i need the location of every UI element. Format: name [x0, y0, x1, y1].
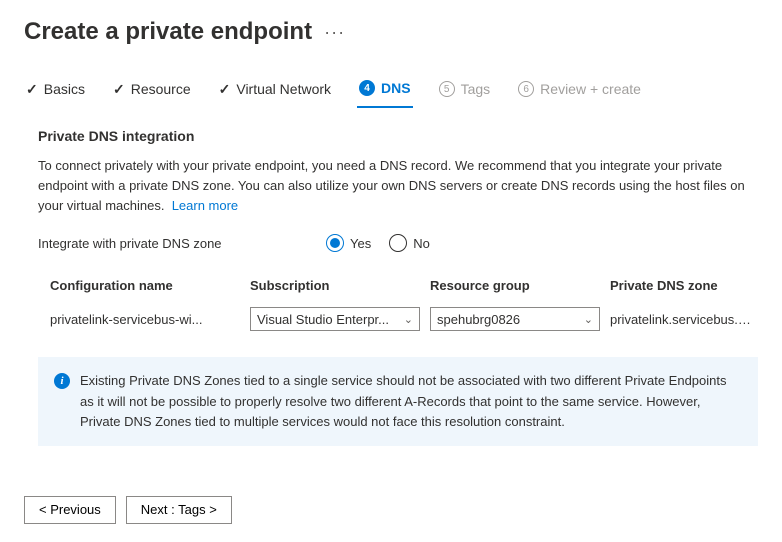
step-number-icon: 4: [359, 80, 375, 96]
col-subscription: Subscription: [250, 278, 420, 293]
tab-label: Review + create: [540, 81, 641, 97]
radio-no[interactable]: No: [389, 234, 430, 252]
table-row: privatelink-servicebus-wi... Visual Stud…: [50, 303, 758, 335]
radio-label-no: No: [413, 236, 430, 251]
subscription-select[interactable]: Visual Studio Enterpr... ⌄: [250, 307, 420, 331]
chevron-down-icon: ⌄: [404, 313, 413, 326]
tab-basics[interactable]: ✓ Basics: [24, 75, 87, 108]
cell-private-dns-zone: privatelink.servicebus.win...: [610, 312, 758, 327]
col-resource-group: Resource group: [430, 278, 600, 293]
radio-icon: [389, 234, 407, 252]
tab-label: Virtual Network: [236, 81, 331, 97]
chevron-down-icon: ⌄: [584, 313, 593, 326]
checkmark-icon: ✓: [219, 81, 231, 98]
wizard-tabs: ✓ Basics ✓ Resource ✓ Virtual Network 4 …: [24, 74, 758, 108]
more-actions-button[interactable]: ···: [324, 22, 345, 43]
dns-config-table: Configuration name Subscription Resource…: [50, 278, 758, 335]
tab-resource[interactable]: ✓ Resource: [111, 75, 193, 108]
cell-configuration-name: privatelink-servicebus-wi...: [50, 312, 240, 327]
info-message: i Existing Private DNS Zones tied to a s…: [38, 357, 758, 445]
tab-label: DNS: [381, 80, 411, 96]
previous-button[interactable]: < Previous: [24, 496, 116, 524]
radio-label-yes: Yes: [350, 236, 371, 251]
info-icon: i: [54, 373, 70, 389]
tab-review-create[interactable]: 6 Review + create: [516, 75, 643, 107]
select-value: spehubrg0826: [437, 312, 520, 327]
integrate-dns-label: Integrate with private DNS zone: [38, 236, 308, 251]
tab-label: Tags: [461, 81, 491, 97]
page-title: Create a private endpoint: [24, 18, 312, 46]
checkmark-icon: ✓: [113, 81, 125, 98]
section-title: Private DNS integration: [38, 128, 758, 144]
learn-more-link[interactable]: Learn more: [172, 198, 238, 213]
resource-group-select[interactable]: spehubrg0826 ⌄: [430, 307, 600, 331]
info-text: Existing Private DNS Zones tied to a sin…: [80, 371, 742, 431]
col-configuration-name: Configuration name: [50, 278, 240, 293]
checkmark-icon: ✓: [26, 81, 38, 98]
tab-label: Basics: [44, 81, 85, 97]
select-value: Visual Studio Enterpr...: [257, 312, 389, 327]
tab-dns[interactable]: 4 DNS: [357, 74, 413, 108]
radio-yes[interactable]: Yes: [326, 234, 371, 252]
step-number-icon: 5: [439, 81, 455, 97]
next-button[interactable]: Next : Tags >: [126, 496, 232, 524]
radio-icon: [326, 234, 344, 252]
col-private-dns-zone: Private DNS zone: [610, 278, 758, 293]
tab-label: Resource: [131, 81, 191, 97]
tab-tags[interactable]: 5 Tags: [437, 75, 493, 107]
section-description: To connect privately with your private e…: [38, 156, 758, 216]
step-number-icon: 6: [518, 81, 534, 97]
tab-virtual-network[interactable]: ✓ Virtual Network: [217, 75, 333, 108]
